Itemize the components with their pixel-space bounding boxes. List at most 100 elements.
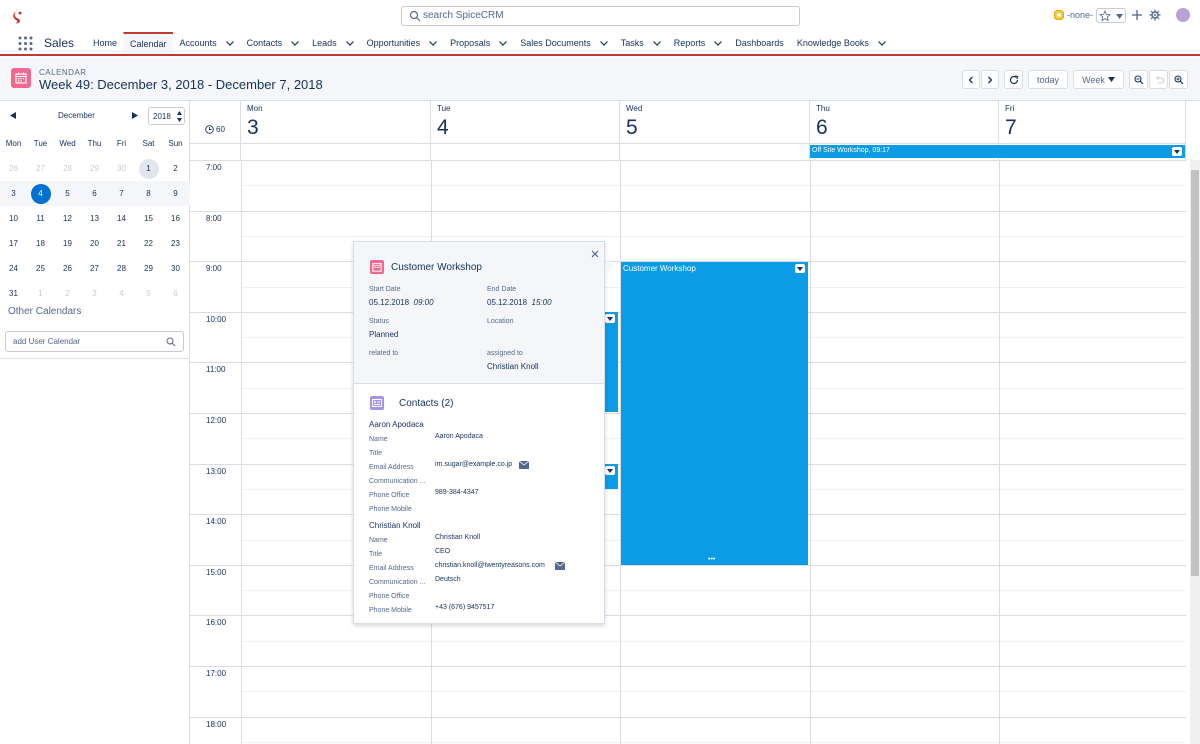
mini-day[interactable]: 1 xyxy=(138,158,159,179)
spicecrm-logo-icon[interactable] xyxy=(10,7,26,25)
next-month-icon[interactable] xyxy=(132,112,138,119)
mini-day[interactable]: 19 xyxy=(54,234,81,254)
nav-item-knowledge-books[interactable]: Knowledge Books xyxy=(790,32,892,54)
email-icon[interactable] xyxy=(555,562,565,570)
mini-day[interactable]: 5 xyxy=(54,184,81,204)
zoom-out-button[interactable] xyxy=(1129,70,1148,89)
mini-day[interactable]: 24 xyxy=(0,259,27,279)
role-selector[interactable]: -none- xyxy=(1067,10,1093,20)
mini-day[interactable]: 6 xyxy=(162,284,189,304)
day-header-fri[interactable]: Fri 7 xyxy=(999,101,1186,143)
contact-field-value[interactable]: im.sugar@example.co.jp xyxy=(435,461,512,468)
zoom-in-button[interactable] xyxy=(1169,70,1188,89)
mini-day[interactable]: 2 xyxy=(54,284,81,304)
previous-month-icon[interactable] xyxy=(10,112,16,119)
event-customer-workshop[interactable]: Customer Workshop ••• xyxy=(621,262,808,565)
mini-day[interactable]: 13 xyxy=(81,209,108,229)
nav-item-reports[interactable]: Reports xyxy=(667,32,729,54)
more-icon[interactable]: ••• xyxy=(708,556,715,563)
mini-day[interactable]: 10 xyxy=(0,209,27,229)
mini-day[interactable]: 16 xyxy=(162,209,189,229)
global-search-input[interactable]: search SpiceCRM xyxy=(401,6,800,26)
day-header-wed[interactable]: Wed 5 xyxy=(620,101,810,143)
day-header-mon[interactable]: Mon 3 xyxy=(241,101,431,143)
mini-day[interactable]: 29 xyxy=(81,159,108,179)
event-menu-button[interactable] xyxy=(605,314,615,323)
contact-name-heading[interactable]: Christian Knoll xyxy=(369,521,421,530)
allday-slot[interactable] xyxy=(620,143,810,160)
allday-slot[interactable] xyxy=(241,143,431,160)
mini-day[interactable]: 28 xyxy=(108,259,135,279)
view-selector[interactable]: Week xyxy=(1073,70,1124,89)
mini-day[interactable]: 17 xyxy=(0,234,27,254)
mini-day[interactable]: 2 xyxy=(162,159,189,179)
avatar[interactable] xyxy=(1176,8,1190,22)
mini-day[interactable]: 26 xyxy=(0,159,27,179)
nav-item-leads[interactable]: Leads xyxy=(305,32,360,54)
year-stepper[interactable]: 2018 xyxy=(148,107,185,125)
nav-item-calendar[interactable]: Calendar xyxy=(123,32,173,54)
day-header-thu[interactable]: Thu 6 xyxy=(810,101,999,143)
favorites-button[interactable] xyxy=(1096,8,1126,23)
event-menu-button[interactable] xyxy=(605,466,615,475)
half-hour-row xyxy=(241,235,1186,237)
mini-day[interactable]: 20 xyxy=(81,234,108,254)
mini-day[interactable]: 21 xyxy=(108,234,135,254)
gear-icon[interactable] xyxy=(1149,9,1161,21)
nav-item-sales-documents[interactable]: Sales Documents xyxy=(513,32,614,54)
mini-day[interactable]: 27 xyxy=(81,259,108,279)
mini-day[interactable]: 27 xyxy=(27,159,54,179)
app-launcher-icon[interactable] xyxy=(18,36,33,51)
mini-day[interactable]: 22 xyxy=(135,234,162,254)
nav-item-contacts[interactable]: Contacts xyxy=(240,32,306,54)
add-user-calendar-input[interactable]: add User Calendar xyxy=(5,331,184,352)
mini-day[interactable]: 30 xyxy=(162,259,189,279)
mini-day[interactable]: 25 xyxy=(27,259,54,279)
event-menu-button[interactable] xyxy=(795,264,805,273)
today-button[interactable]: today xyxy=(1028,70,1068,89)
nav-item-opportunities[interactable]: Opportunities xyxy=(360,32,444,54)
mini-day[interactable]: 31 xyxy=(0,284,27,304)
contact-field-value: Deutsch xyxy=(435,576,461,583)
plus-icon[interactable] xyxy=(1131,9,1143,21)
email-icon[interactable] xyxy=(519,461,529,469)
contact-field-value[interactable]: christian.knoll@twentyreasons.com xyxy=(435,562,545,569)
mini-day[interactable]: 4 xyxy=(108,284,135,304)
allday-event-offsite-workshop[interactable]: Off Site Workshop, 09:17 xyxy=(810,145,1185,158)
mini-day[interactable]: 3 xyxy=(81,284,108,304)
mini-day[interactable]: 29 xyxy=(135,259,162,279)
event-menu-button[interactable] xyxy=(1172,147,1182,156)
chevron-down-icon xyxy=(429,40,438,46)
mini-day[interactable]: 26 xyxy=(54,259,81,279)
mini-day[interactable]: 30 xyxy=(108,159,135,179)
mini-day[interactable]: 7 xyxy=(108,184,135,204)
refresh-button[interactable] xyxy=(1004,70,1023,89)
mini-day[interactable]: 18 xyxy=(27,234,54,254)
mini-day[interactable]: 23 xyxy=(162,234,189,254)
mini-day[interactable]: 1 xyxy=(27,284,54,304)
mini-day[interactable]: 12 xyxy=(54,209,81,229)
nav-item-tasks[interactable]: Tasks xyxy=(614,32,667,54)
contact-name-heading[interactable]: Aaron Apodaca xyxy=(369,420,424,429)
mini-day[interactable]: 8 xyxy=(135,184,162,204)
nav-item-home[interactable]: Home xyxy=(86,32,123,54)
next-week-button[interactable] xyxy=(981,70,999,89)
mini-day[interactable]: 4 xyxy=(30,183,51,204)
mini-day[interactable]: 14 xyxy=(108,209,135,229)
mini-day[interactable]: 9 xyxy=(162,184,189,204)
reset-zoom-button[interactable] xyxy=(1149,70,1168,89)
day-header-tue[interactable]: Tue 4 xyxy=(431,101,620,143)
allday-slot[interactable] xyxy=(431,143,620,160)
close-icon[interactable] xyxy=(591,250,599,258)
scrollbar-thumb[interactable] xyxy=(1191,170,1199,576)
nav-item-dashboards[interactable]: Dashboards xyxy=(728,32,790,54)
previous-week-button[interactable] xyxy=(962,70,980,89)
mini-day[interactable]: 11 xyxy=(27,209,54,229)
mini-day[interactable]: 6 xyxy=(81,184,108,204)
mini-day[interactable]: 28 xyxy=(54,159,81,179)
mini-day[interactable]: 3 xyxy=(0,184,27,204)
nav-item-accounts[interactable]: Accounts xyxy=(173,32,240,54)
mini-day[interactable]: 5 xyxy=(135,284,162,304)
nav-item-proposals[interactable]: Proposals xyxy=(443,32,513,54)
mini-day[interactable]: 15 xyxy=(135,209,162,229)
